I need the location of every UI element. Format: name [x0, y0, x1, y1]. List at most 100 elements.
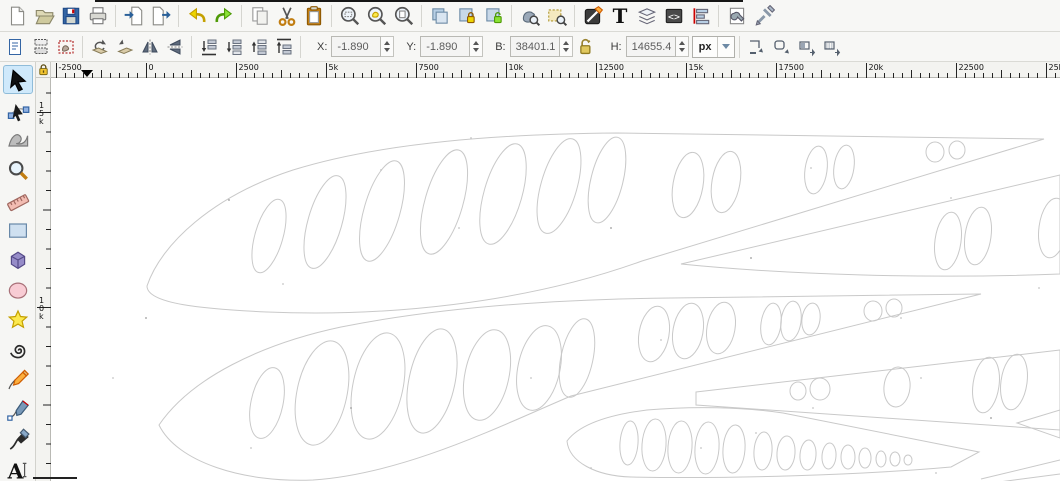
deselect-button[interactable] [53, 35, 78, 59]
ellipse-tool-button[interactable] [3, 275, 33, 304]
duplicate-button[interactable] [426, 3, 453, 29]
save-document-button[interactable] [57, 3, 84, 29]
drawing-object-rib-1[interactable] [147, 133, 1044, 313]
zoom-drawing-icon [366, 5, 388, 27]
move-gradients-icon [797, 37, 817, 57]
horizontal-ruler[interactable]: -2500025005k750010k1250015k1750020k22500… [51, 62, 1060, 78]
height-spinner[interactable] [676, 36, 689, 57]
height-field-group: H: 14655.4 [605, 36, 689, 57]
selector-tool-controls-bar: X: -1.890 Y: -1.890 B: 38401.1 H: 14655.… [0, 32, 1060, 62]
new-document-icon [6, 5, 28, 27]
x-input[interactable]: -1.890 [331, 36, 381, 57]
zoom-page-button[interactable] [390, 3, 417, 29]
x-spinner[interactable] [381, 36, 394, 57]
drawing-object-line-bottom-right-2[interactable] [999, 474, 1060, 481]
select-all-layers-button[interactable] [28, 35, 53, 59]
print-document-button[interactable] [84, 3, 111, 29]
star-tool-button[interactable] [3, 305, 33, 334]
cut-button[interactable] [273, 3, 300, 29]
create-clone-button[interactable] [453, 3, 480, 29]
paste-button[interactable] [300, 3, 327, 29]
move-gradients-button[interactable] [794, 35, 819, 59]
drawing-object-wedge-right[interactable] [1017, 410, 1060, 438]
x-label: X: [317, 41, 327, 53]
text-font-dialog-button[interactable]: T [606, 3, 633, 29]
toolbar-separator [511, 5, 512, 27]
unit-selector[interactable]: px [692, 36, 736, 58]
spiral-tool-icon [6, 338, 30, 362]
document-properties-button[interactable] [723, 3, 750, 29]
tweak-tool-button[interactable] [3, 125, 33, 154]
box3d-tool-button[interactable] [3, 245, 33, 274]
width-input[interactable]: 38401.1 [510, 36, 560, 57]
text-tool-button[interactable]: A [3, 455, 33, 481]
ungroup-objects-button[interactable] [543, 3, 570, 29]
zoom-tool-button[interactable] [3, 155, 33, 184]
redo-button[interactable] [210, 3, 237, 29]
preferences-button[interactable] [750, 3, 777, 29]
star-tool-icon [6, 308, 30, 332]
new-document-button[interactable] [3, 3, 30, 29]
drawing-object-strip-1[interactable] [681, 175, 1060, 276]
lock-guides-toggle[interactable] [36, 62, 51, 78]
flip-horizontal-button[interactable] [137, 35, 162, 59]
pen-tool-button[interactable] [3, 395, 33, 424]
export-document-button[interactable] [147, 3, 174, 29]
height-input[interactable]: 14655.4 [626, 36, 676, 57]
toolbar-separator [718, 5, 719, 27]
align-distribute-icon [690, 5, 712, 27]
vertical-ruler[interactable]: 15k10k [36, 78, 51, 481]
svg-text:-2500: -2500 [59, 63, 82, 72]
fill-stroke-dialog-button[interactable] [579, 3, 606, 29]
canvas[interactable] [51, 78, 1060, 481]
spiral-tool-button[interactable] [3, 335, 33, 364]
lock-ratio-toggle[interactable] [577, 37, 595, 57]
rotate-ccw-button[interactable] [87, 35, 112, 59]
drawing-object-strip-2[interactable] [696, 350, 1060, 430]
lower-to-bottom-button[interactable] [196, 35, 221, 59]
zoom-selection-button[interactable] [336, 3, 363, 29]
layers-dialog-button[interactable] [633, 3, 660, 29]
zoom-page-icon [393, 5, 415, 27]
raise-one-button[interactable] [246, 35, 271, 59]
xml-editor-button[interactable]: <> [660, 3, 687, 29]
rectangle-tool-button[interactable] [3, 215, 33, 244]
drawing-svg [51, 78, 1060, 481]
calligraphy-tool-button[interactable] [3, 425, 33, 454]
raise-to-top-button[interactable] [271, 35, 296, 59]
selector-tool-button[interactable] [3, 65, 33, 94]
toolbar-separator [191, 36, 192, 58]
drawing-object-rib-3[interactable] [567, 408, 979, 478]
open-document-icon [33, 5, 55, 27]
group-objects-button[interactable] [516, 3, 543, 29]
width-spinner[interactable] [560, 36, 573, 57]
svg-text:T: T [612, 5, 627, 27]
preferences-icon [753, 5, 775, 27]
import-document-button[interactable] [120, 3, 147, 29]
node-tool-button[interactable] [3, 95, 33, 124]
align-distribute-button[interactable] [687, 3, 714, 29]
move-patterns-button[interactable] [819, 35, 844, 59]
undo-button[interactable] [183, 3, 210, 29]
y-input[interactable]: -1.890 [420, 36, 470, 57]
pencil-tool-button[interactable] [3, 365, 33, 394]
print-document-icon [87, 5, 109, 27]
zoom-drawing-button[interactable] [363, 3, 390, 29]
svg-text:k: k [39, 117, 44, 126]
document-properties-icon [726, 5, 748, 27]
y-spinner[interactable] [470, 36, 483, 57]
select-all-icon [6, 37, 26, 57]
rotate-cw-button[interactable] [112, 35, 137, 59]
drawing-object-rib-2[interactable] [159, 294, 981, 480]
scale-corners-button[interactable] [769, 35, 794, 59]
measure-tool-button[interactable] [3, 185, 33, 214]
copy-button[interactable] [246, 3, 273, 29]
flip-vertical-button[interactable] [162, 35, 187, 59]
lower-one-button[interactable] [221, 35, 246, 59]
select-all-button[interactable] [3, 35, 28, 59]
drawing-object-line-bottom-right-1[interactable] [981, 460, 1060, 479]
open-document-button[interactable] [30, 3, 57, 29]
create-clone-icon [456, 5, 478, 27]
scale-stroke-button[interactable] [744, 35, 769, 59]
unlink-clone-button[interactable] [480, 3, 507, 29]
